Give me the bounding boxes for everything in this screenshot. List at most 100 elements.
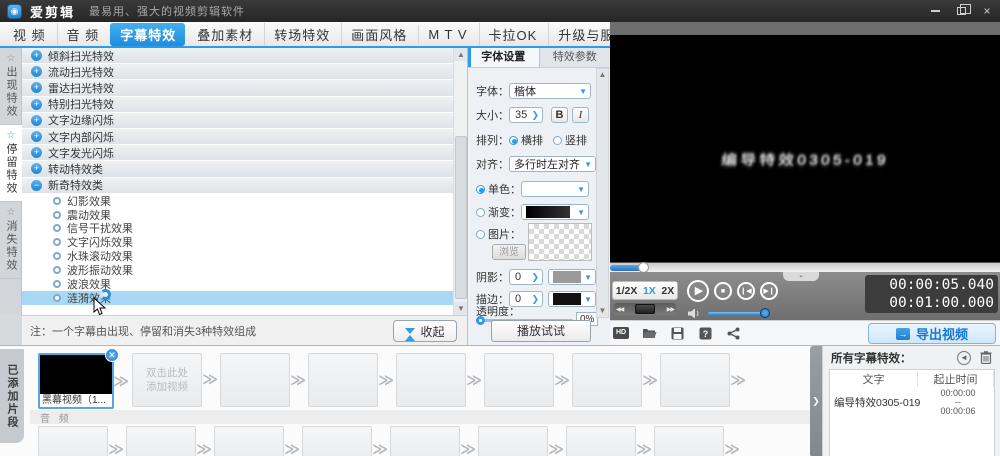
radio-gradient[interactable]	[476, 208, 485, 217]
menu-item[interactable]: 音 频	[57, 23, 109, 46]
expand-icon[interactable]: +	[31, 82, 42, 93]
effect-option-row[interactable]: 文字闪烁效果	[22, 235, 453, 249]
effect-category-row[interactable]: + 转动特效类	[22, 161, 453, 177]
effect-option-row[interactable]: 幻影效果	[22, 194, 453, 208]
effect-category-row[interactable]: + 文字内部闪烁	[22, 129, 453, 145]
settings-scrollbar[interactable]: ▲ ▼	[596, 68, 609, 318]
menu-item[interactable]: M T V	[418, 25, 476, 44]
expand-icon[interactable]: +	[31, 147, 42, 158]
minimize-button[interactable]	[928, 4, 942, 18]
scroll-down-icon[interactable]: ▼	[597, 305, 608, 317]
settings-tab[interactable]: 特效参数	[539, 48, 611, 67]
empty-audio-slot[interactable]: ≫	[654, 426, 724, 456]
delete-icon[interactable]	[980, 351, 992, 364]
scroll-down-icon[interactable]: ▼	[454, 302, 468, 315]
subtitle-row[interactable]: 编导特效0305-019 00:00:00 -- 00:00:06	[830, 387, 994, 418]
stroke-color-select[interactable]: ▼	[548, 291, 596, 307]
clip-thumbnail[interactable]	[40, 355, 112, 394]
scroll-up-icon[interactable]: ▲	[597, 69, 608, 81]
play-button[interactable]: ▶	[687, 280, 709, 302]
video-clip[interactable]: 黑幕视频（1... ✕ ≫	[38, 353, 114, 409]
empty-audio-slot[interactable]: ≫	[214, 426, 284, 456]
empty-audio-slot[interactable]: ≫	[478, 426, 548, 456]
opacity-slider-knob[interactable]	[476, 316, 485, 325]
radio-icon[interactable]	[53, 238, 61, 246]
menu-item[interactable]: 转场特效	[264, 23, 339, 46]
effect-category-row[interactable]: + 流动扫光特效	[22, 64, 453, 80]
effect-option-row[interactable]: 水珠滚动效果	[22, 249, 453, 263]
effect-option-row[interactable]: 波形振动效果	[22, 263, 453, 277]
empty-audio-slot[interactable]: ≫	[390, 426, 460, 456]
seek-bar[interactable]	[610, 262, 1000, 272]
previous-frame-button[interactable]: ❙◀	[737, 282, 755, 300]
effect-option-row[interactable]: 波浪效果	[22, 277, 453, 291]
radio-icon[interactable]	[53, 252, 61, 260]
empty-audio-slot[interactable]: ≫	[566, 426, 636, 456]
expand-icon[interactable]: +	[31, 115, 42, 126]
save-icon[interactable]	[669, 326, 685, 340]
volume-knob[interactable]	[760, 308, 770, 318]
next-frame-button[interactable]: ▶❙	[760, 282, 778, 300]
expand-icon[interactable]: +	[31, 50, 42, 61]
effect-category-row[interactable]: − 新奇特效类	[22, 178, 453, 194]
expand-icon[interactable]: −	[31, 180, 42, 191]
align-select[interactable]: 多行时左对齐▼	[509, 156, 596, 172]
radio-icon[interactable]	[53, 197, 61, 205]
stage-tab[interactable]: ☆ 出现特效	[0, 48, 22, 125]
effect-category-row[interactable]: + 雷达扫光特效	[22, 80, 453, 96]
expand-icon[interactable]: +	[31, 66, 42, 77]
expand-icon[interactable]: +	[31, 131, 42, 142]
help-icon[interactable]: ?	[697, 326, 713, 340]
speed-option[interactable]: 1X	[643, 285, 656, 297]
add-video-slot[interactable]: 双击此处 添加视频 ≫	[132, 353, 202, 407]
empty-video-slot[interactable]: ≫	[660, 353, 730, 407]
shadow-stepper[interactable]: 0❯	[509, 269, 543, 285]
subtitle-panel-handle[interactable]: ❯	[810, 346, 822, 456]
radio-solid-color[interactable]	[476, 185, 485, 194]
radio-icon[interactable]	[53, 280, 61, 288]
share-icon[interactable]	[725, 326, 741, 340]
controls-collapse-tab[interactable]: ⌄	[783, 272, 819, 281]
browse-button[interactable]: 浏览	[492, 244, 526, 260]
back-circle-icon[interactable]: ◄	[957, 351, 971, 365]
empty-audio-slot[interactable]: ≫	[38, 426, 108, 456]
empty-video-slot[interactable]: ≫	[220, 353, 290, 407]
empty-audio-slot[interactable]: ≫	[126, 426, 196, 456]
menu-item[interactable]: 视 频	[3, 23, 55, 46]
empty-video-slot[interactable]: ≫	[396, 353, 466, 407]
menu-item[interactable]: 画面风格	[341, 23, 416, 46]
empty-video-slot[interactable]: ≫	[484, 353, 554, 407]
italic-button[interactable]: I	[572, 107, 589, 123]
volume-control[interactable]	[688, 308, 702, 319]
collapse-panel-button[interactable]: 收起	[393, 320, 457, 342]
radio-icon[interactable]	[53, 224, 61, 232]
stage-tab[interactable]: ☆ 消失特效	[0, 202, 22, 279]
radio-icon[interactable]	[53, 211, 61, 219]
solid-color-select[interactable]: ▼	[521, 181, 589, 197]
effects-scrollbar[interactable]: ▲ ▼	[453, 48, 467, 315]
radio-icon[interactable]	[53, 266, 61, 274]
stop-button[interactable]: ■	[714, 282, 732, 300]
hd-quality-icon[interactable]: HD	[613, 326, 629, 340]
menu-item[interactable]: 字幕特效	[110, 23, 185, 46]
close-button[interactable]: ×	[980, 4, 994, 18]
empty-video-slot[interactable]: ≫	[572, 353, 642, 407]
gradient-select[interactable]: ▼	[521, 204, 589, 220]
effect-option-row[interactable]: 涟漪效果	[22, 291, 453, 305]
scrollbar-thumb[interactable]	[455, 136, 467, 299]
effect-category-row[interactable]: + 倾斜扫光特效	[22, 48, 453, 64]
radio-vertical[interactable]	[553, 136, 562, 145]
export-video-button[interactable]: → 导出视频	[868, 323, 996, 344]
effect-category-row[interactable]: + 文字发光闪烁	[22, 145, 453, 161]
effect-option-row[interactable]: 信号干扰效果	[22, 221, 453, 235]
expand-icon[interactable]: +	[31, 163, 42, 174]
speed-option[interactable]: 2X	[661, 285, 674, 297]
empty-audio-slot[interactable]: ≫	[302, 426, 372, 456]
video-canvas[interactable]: 编导特效0305-019	[610, 35, 1000, 262]
settings-tab[interactable]: 字体设置	[468, 48, 539, 67]
menu-item[interactable]: 叠加素材	[187, 23, 262, 46]
volume-track[interactable]	[708, 312, 766, 315]
stage-tab[interactable]: ☆ 停留特效	[0, 125, 22, 202]
remove-clip-icon[interactable]: ✕	[105, 348, 119, 362]
play-test-button[interactable]: 播放试试	[491, 320, 591, 342]
